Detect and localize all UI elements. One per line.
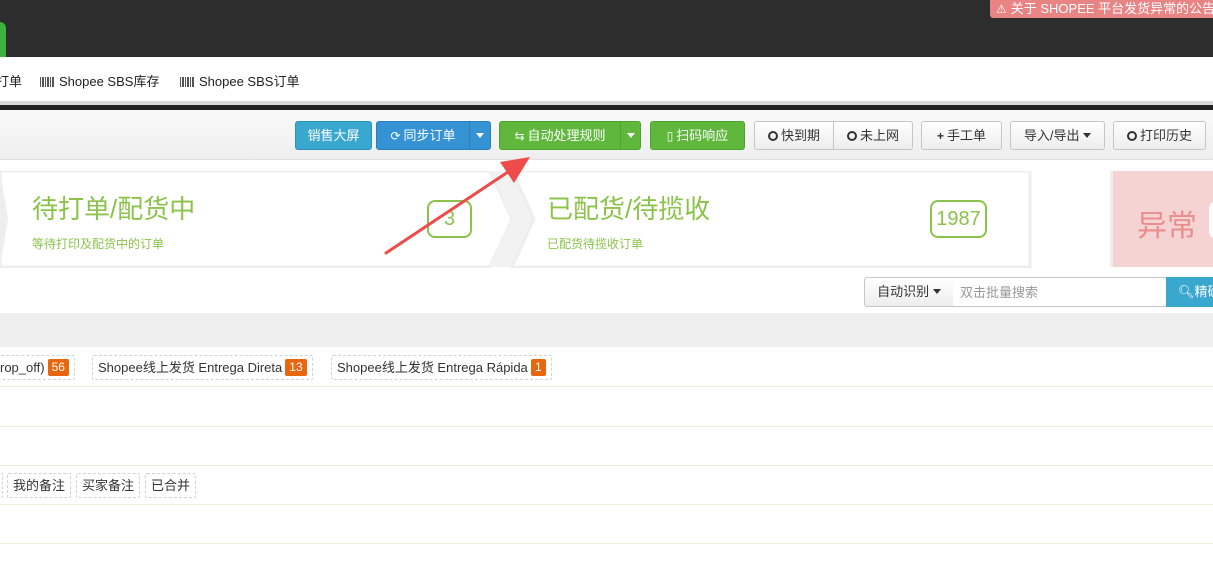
search-input[interactable]: [953, 277, 1167, 307]
count-badge: 1: [530, 359, 546, 376]
stat-card-abnormal[interactable]: 异常: [1110, 171, 1213, 267]
filter-tag-buyer-notes[interactable]: 买家备注: [76, 473, 141, 498]
stat-count: [1209, 201, 1213, 239]
announcement-banner[interactable]: ⚠ 关于 SHOPEE 平台发货异常的公告: [990, 0, 1213, 18]
print-history-button[interactable]: 打印历史: [1113, 121, 1206, 150]
subnav-item-sbs-orders[interactable]: Shopee SBS订单: [180, 71, 299, 90]
count-badge: 13: [285, 359, 307, 376]
subnav-item-sbs-inventory[interactable]: Shopee SBS库存: [40, 71, 159, 90]
filter-header: [0, 313, 1213, 347]
sales-screen-button[interactable]: 销售大屏: [295, 121, 372, 150]
auto-rules-dropdown[interactable]: [620, 121, 641, 150]
stat-title: 待打单/配货中: [32, 194, 196, 224]
stat-title: 已配货/待揽收: [547, 194, 711, 224]
import-export-button[interactable]: 导入/导出: [1010, 121, 1105, 150]
caret-down-icon: [1083, 133, 1092, 138]
auto-rules-button[interactable]: ⇆ 自动处理规则: [499, 121, 621, 150]
refresh-icon: ⟳: [390, 129, 401, 143]
caret-down-icon: [932, 289, 941, 294]
subnav-item-print-orders[interactable]: 打单: [0, 71, 22, 90]
barcode-icon: ▯: [666, 129, 674, 143]
order-stats: 待打单/配货中 等待打印及配货中的订单 3 已配货/待揽收 已配货待揽收订单 1…: [0, 171, 1213, 268]
stat-subtitle: 已配货待揽收订单: [547, 237, 644, 251]
filter-tag-my-notes[interactable]: 我的备注: [7, 473, 72, 498]
not-online-button[interactable]: 未上网: [833, 121, 913, 150]
clock-icon: [767, 131, 778, 141]
active-nav-tab[interactable]: [0, 22, 6, 57]
stat-subtitle: 等待打印及配货中的订单: [32, 237, 165, 251]
announcement-text: 关于 SHOPEE 平台发货异常的公告: [1010, 1, 1213, 16]
filter-row: [0, 505, 1213, 544]
stat-count: 3: [427, 200, 472, 238]
top-header: ⚠ 关于 SHOPEE 平台发货异常的公告: [0, 0, 1213, 57]
search-mode-dropdown[interactable]: 自动识别: [864, 277, 954, 307]
filter-tag[interactable]: [0, 473, 3, 498]
filter-tag-merged[interactable]: 已合并: [145, 473, 197, 498]
warning-icon: ⚠: [996, 2, 1007, 16]
filter-tag[interactable]: Shopee线上发货 Entrega Rápida 1: [331, 355, 552, 380]
search-bar: 自动识别 🔍︎精确: [0, 276, 1213, 308]
stat-count: 1987: [930, 200, 987, 238]
barcode-icon: [180, 77, 194, 87]
caret-down-icon: [476, 133, 484, 138]
expiring-button[interactable]: 快到期: [754, 121, 834, 150]
plus-icon: +: [936, 129, 944, 143]
filter-tag[interactable]: Shopee线上发货 Entrega Direta 13: [92, 355, 313, 380]
precise-search-button[interactable]: 🔍︎精确: [1166, 277, 1213, 307]
sub-navigation: 打单 Shopee SBS库存 Shopee SBS订单: [0, 57, 1213, 101]
action-toolbar: 销售大屏 ⟳ 同步订单 ⇆ 自动处理规则 ▯ 扫码响应 快到期 未上网 + 手工单 导入…: [0, 110, 1213, 160]
filter-row: [0, 388, 1213, 427]
filter-row-shipping: rop_off) 56 Shopee线上发货 Entrega Direta 13 S…: [0, 348, 1213, 387]
sync-orders-button[interactable]: ⟳ 同步订单: [376, 121, 470, 150]
sync-orders-dropdown[interactable]: [469, 121, 491, 150]
filter-tag[interactable]: rop_off) 56: [0, 355, 75, 380]
caret-down-icon: [626, 133, 635, 138]
search-icon: 🔍︎: [1178, 284, 1195, 299]
filter-row: [0, 427, 1213, 466]
barcode-icon: [40, 77, 54, 87]
clock-icon: [846, 131, 857, 141]
manual-order-button[interactable]: + 手工单: [921, 121, 1002, 150]
exchange-icon: ⇆: [514, 129, 525, 143]
stat-title: 异常: [1137, 210, 1197, 243]
scan-response-button[interactable]: ▯ 扫码响应: [650, 121, 745, 150]
clock-icon: [1126, 131, 1137, 141]
filter-row-notes: 我的备注 买家备注 已合并: [0, 466, 1213, 505]
count-badge: 56: [47, 359, 69, 376]
